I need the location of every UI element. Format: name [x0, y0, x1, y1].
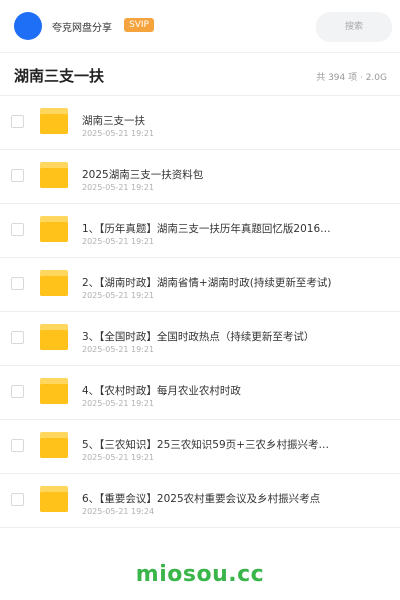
checkbox[interactable] — [11, 331, 24, 344]
checkbox[interactable] — [11, 223, 24, 236]
svip-badge: SVIP — [124, 18, 154, 32]
checkbox[interactable] — [11, 277, 24, 290]
folder-icon — [40, 486, 68, 512]
list-item[interactable]: 4、【农村时政】每月农业农村时政 2025-05-21 19:21 — [0, 366, 400, 420]
file-date: 2025-05-21 19:21 — [82, 237, 155, 246]
folder-header: 湖南三支一扶 共 394 项 · 2.0G — [0, 53, 400, 96]
file-date: 2025-05-21 19:21 — [82, 345, 155, 354]
list-item[interactable]: 2025湖南三支一扶资料包 2025-05-21 19:21 — [0, 150, 400, 204]
file-name: 3、【全国时政】全国时政热点（持续更新至考试） — [82, 331, 315, 343]
file-date: 2025-05-21 19:21 — [82, 291, 155, 300]
file-name: 1、【历年真题】湖南三支一扶历年真题回忆版2016… — [82, 223, 331, 235]
list-item[interactable]: 6、【重要会议】2025农村重要会议及乡村振兴考点 2025-05-21 19:… — [0, 474, 400, 528]
username: 夸克网盘分享 — [52, 23, 112, 34]
list-item[interactable]: 湖南三支一扶 2025-05-21 19:21 — [0, 96, 400, 150]
file-name: 6、【重要会议】2025农村重要会议及乡村振兴考点 — [82, 493, 321, 505]
list-item[interactable]: 2、【湖南时政】湖南省情+湖南时政(持续更新至考试) 2025-05-21 19… — [0, 258, 400, 312]
search-input[interactable] — [316, 12, 392, 42]
checkbox[interactable] — [11, 439, 24, 452]
file-date: 2025-05-21 19:21 — [82, 129, 155, 138]
file-date: 2025-05-21 19:24 — [82, 507, 155, 516]
checkbox[interactable] — [11, 385, 24, 398]
checkbox[interactable] — [11, 115, 24, 128]
top-bar: 夸克网盘分享 SVIP — [0, 0, 400, 53]
list-item[interactable]: 3、【全国时政】全国时政热点（持续更新至考试） 2025-05-21 19:21 — [0, 312, 400, 366]
file-name: 5、【三农知识】25三农知识59页+三农乡村振兴考… — [82, 439, 329, 451]
file-date: 2025-05-21 19:21 — [82, 453, 155, 462]
file-date: 2025-05-21 19:21 — [82, 183, 155, 192]
file-name: 湖南三支一扶 — [82, 115, 145, 127]
folder-icon — [40, 378, 68, 404]
file-date: 2025-05-21 19:21 — [82, 399, 155, 408]
file-list: 湖南三支一扶 2025-05-21 19:21 2025湖南三支一扶资料包 20… — [0, 96, 400, 528]
file-name: 2025湖南三支一扶资料包 — [82, 169, 204, 181]
folder-icon — [40, 108, 68, 134]
page-title: 湖南三支一扶 — [14, 67, 105, 85]
avatar[interactable] — [14, 12, 42, 40]
list-item[interactable]: 5、【三农知识】25三农知识59页+三农乡村振兴考… 2025-05-21 19… — [0, 420, 400, 474]
folder-icon — [40, 270, 68, 296]
folder-summary: 共 394 项 · 2.0G — [316, 73, 387, 83]
file-name: 4、【农村时政】每月农业农村时政 — [82, 385, 241, 397]
file-name: 2、【湖南时政】湖南省情+湖南时政(持续更新至考试) — [82, 277, 332, 289]
folder-icon — [40, 324, 68, 350]
folder-icon — [40, 432, 68, 458]
watermark: miosou.cc — [135, 562, 265, 587]
checkbox[interactable] — [11, 493, 24, 506]
list-item[interactable]: 1、【历年真题】湖南三支一扶历年真题回忆版2016… 2025-05-21 19… — [0, 204, 400, 258]
footer: miosou.cc — [0, 552, 400, 600]
folder-icon — [40, 216, 68, 242]
checkbox[interactable] — [11, 169, 24, 182]
folder-icon — [40, 162, 68, 188]
